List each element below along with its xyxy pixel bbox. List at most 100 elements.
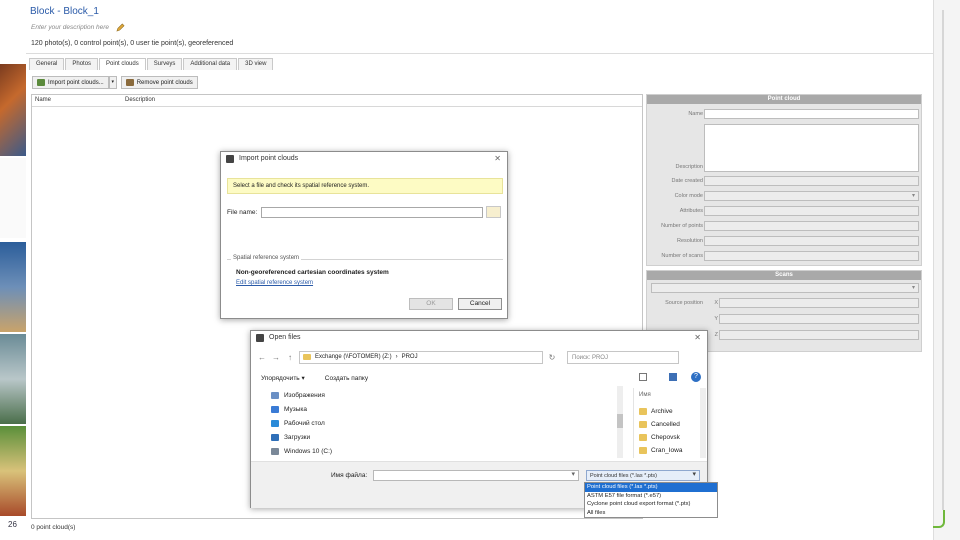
open-dialog-titlebar: Open files ✕ — [251, 331, 707, 345]
blank-gap — [0, 158, 26, 238]
file-item-cran-iowa[interactable]: Cran_Iowa — [639, 447, 682, 454]
view-options-icon[interactable] — [639, 373, 647, 381]
aerial-photo-2 — [0, 242, 26, 332]
file-name-input[interactable] — [261, 207, 483, 218]
file-type-option[interactable]: All files — [585, 509, 717, 518]
music-icon — [271, 406, 279, 413]
tree-scrollbar[interactable] — [617, 386, 623, 458]
scroll-thumb[interactable] — [617, 414, 623, 428]
organize-menu[interactable]: Упорядочить ▾ — [261, 374, 305, 382]
back-arrow-icon[interactable]: ← — [257, 353, 267, 362]
status-bar: 0 point cloud(s) — [31, 524, 76, 531]
help-icon[interactable]: ? — [691, 372, 701, 382]
scan-select[interactable] — [651, 283, 919, 293]
color-mode-select[interactable] — [704, 191, 919, 201]
tab-photos[interactable]: Photos — [65, 58, 99, 70]
file-item-label: Cran_Iowa — [651, 447, 683, 454]
pictures-icon — [271, 392, 279, 399]
up-arrow-icon[interactable]: ↑ — [285, 353, 295, 362]
cancel-button[interactable]: Cancel — [458, 298, 502, 310]
import-point-clouds-label: Import point clouds... — [48, 79, 104, 86]
tree-item-downloads[interactable]: Загрузки — [271, 434, 310, 441]
forward-arrow-icon[interactable]: → — [271, 353, 281, 362]
source-position-label: Source position — [665, 300, 703, 306]
number-of-points-field — [704, 221, 919, 231]
tree-item-drive-c[interactable]: Windows 10 (C:) — [271, 448, 332, 455]
tree-item-label: Загрузки — [284, 434, 311, 441]
file-item-label: Cancelled — [651, 421, 680, 428]
point-cloud-toolbar: Import point clouds... ▾ Remove point cl… — [32, 76, 198, 89]
file-type-option[interactable]: ASTM E57 file format (*.e57) — [585, 492, 717, 501]
file-item-archive[interactable]: Archive — [639, 408, 673, 415]
file-type-option[interactable]: Point cloud files (*.las *.pts) — [585, 483, 717, 492]
file-item-label: Chepovsk — [651, 434, 680, 441]
navigation-bar: ← → ↑ Exchange (\\FOTOMER) (Z:) › PROJ ↻… — [257, 350, 703, 364]
file-type-select[interactable]: Point cloud files (*.las *.pts) — [586, 470, 700, 481]
refresh-icon[interactable]: ↻ — [547, 353, 557, 362]
import-dropdown-arrow[interactable]: ▾ — [108, 76, 117, 89]
chevron-right-icon: › — [395, 354, 398, 360]
desktop-icon — [271, 420, 279, 427]
prop-label-number-of-scans: Number of scans — [661, 253, 703, 259]
tree-item-pictures[interactable]: Изображения — [271, 392, 325, 399]
date-created-field — [704, 176, 919, 186]
tab-additional-data[interactable]: Additional data — [183, 58, 238, 70]
edit-srs-link[interactable]: Edit spatial reference system — [236, 280, 313, 286]
description-field[interactable] — [704, 124, 919, 172]
tree-item-music[interactable]: Музыка — [271, 406, 307, 413]
tab-point-clouds[interactable]: Point clouds — [99, 58, 146, 70]
prop-label-resolution: Resolution — [677, 238, 703, 244]
close-icon[interactable]: ✕ — [494, 154, 501, 163]
file-item-chepovsk[interactable]: Chepovsk — [639, 434, 680, 441]
path-segment-drive[interactable]: Exchange (\\FOTOMER) (Z:) — [315, 354, 392, 360]
name-field[interactable] — [704, 109, 919, 119]
tab-general[interactable]: General — [29, 58, 65, 70]
close-icon[interactable]: ✕ — [694, 333, 701, 342]
import-point-clouds-button[interactable]: Import point clouds... — [32, 76, 109, 89]
resolution-field — [704, 236, 919, 246]
file-item-label: Archive — [651, 408, 673, 415]
tree-item-label: Музыка — [284, 406, 307, 413]
edit-pencil-icon[interactable] — [116, 23, 125, 32]
tab-surveys[interactable]: Surveys — [146, 58, 183, 70]
aerial-photo-3 — [0, 334, 26, 424]
search-input[interactable]: Поиск: PROJ — [567, 350, 679, 364]
new-folder-button[interactable]: Создать папку — [325, 375, 368, 382]
tree-item-label: Изображения — [284, 392, 325, 399]
tree-item-label: Рабочий стол — [284, 420, 325, 427]
file-type-option[interactable]: Cyclone point cloud export format (*.ptx… — [585, 500, 717, 509]
path-segment-proj[interactable]: PROJ — [402, 354, 418, 360]
remove-point-clouds-button[interactable]: Remove point clouds — [120, 76, 198, 89]
filename-label: Имя файла: — [331, 472, 368, 479]
folder-icon — [639, 421, 647, 428]
folder-icon — [639, 447, 647, 454]
column-description[interactable]: Description — [122, 95, 158, 106]
app-icon — [226, 155, 234, 163]
import-icon — [37, 79, 45, 86]
remove-point-clouds-label: Remove point clouds — [136, 79, 193, 86]
prop-label-color-mode: Color mode — [674, 193, 703, 199]
tab-bar: General Photos Point clouds Surveys Addi… — [29, 58, 274, 70]
browse-folder-icon[interactable] — [486, 206, 501, 218]
column-name[interactable]: Name — [32, 95, 122, 106]
block-stats: 120 photo(s), 0 control point(s), 0 user… — [31, 40, 234, 47]
tree-item-desktop[interactable]: Рабочий стол — [271, 420, 325, 427]
ok-button[interactable]: OK — [409, 298, 453, 310]
file-type-dropdown-list: Point cloud files (*.las *.pts) ASTM E57… — [584, 482, 718, 518]
dialog-title: Import point clouds — [239, 155, 299, 162]
tab-3d-view[interactable]: 3D view — [238, 58, 274, 70]
files-column-header[interactable]: Имя — [639, 392, 651, 398]
address-bar[interactable]: Exchange (\\FOTOMER) (Z:) › PROJ — [299, 350, 543, 364]
preview-pane-icon[interactable] — [669, 373, 677, 381]
slide-photo-strip — [0, 60, 26, 520]
remove-icon — [125, 79, 134, 86]
downloads-icon — [271, 434, 279, 441]
folder-icon — [639, 434, 647, 441]
files-scrollbar[interactable] — [700, 388, 706, 458]
axis-y-label: Y — [714, 316, 718, 322]
file-item-cancelled[interactable]: Cancelled — [639, 421, 680, 428]
source-y-field — [719, 314, 919, 324]
description-placeholder[interactable]: Enter your description here — [31, 24, 109, 31]
filename-input[interactable] — [373, 470, 579, 481]
prop-label-name: Name — [688, 111, 703, 117]
